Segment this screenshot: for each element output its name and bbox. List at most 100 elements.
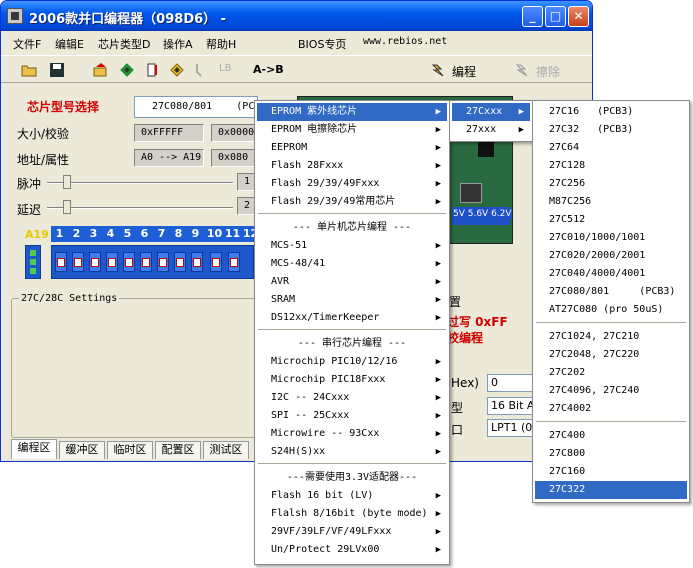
delay-slider-thumb[interactable] bbox=[63, 200, 71, 214]
chip-27c32[interactable]: 27C32 (PCB3) bbox=[535, 121, 687, 139]
menu-mcs51[interactable]: MCS-51 ▶ bbox=[257, 237, 447, 255]
close-button[interactable]: ✕ bbox=[568, 6, 589, 27]
pulse-slider-track[interactable] bbox=[47, 182, 233, 184]
settings-group bbox=[11, 298, 258, 438]
address-range-value: A0 --> A19 bbox=[134, 149, 204, 167]
chip-27c020[interactable]: 27C020/2000/2001 bbox=[535, 247, 687, 265]
menu-website[interactable]: www.rebios.net bbox=[363, 36, 447, 47]
chip-27c400[interactable]: 27C400 bbox=[535, 427, 687, 445]
menu-edit[interactable]: 编辑E bbox=[55, 36, 84, 52]
program-lightning-icon[interactable] bbox=[431, 62, 447, 78]
port-select[interactable]: LPT1 (0x bbox=[487, 419, 533, 437]
menu-unprotect-29lv[interactable]: Un/Protect 29LVx00 ▶ bbox=[257, 541, 447, 559]
menu-separator bbox=[258, 329, 446, 331]
menu-ds12xx[interactable]: DS12xx/TimerKeeper ▶ bbox=[257, 309, 447, 327]
pin-number: 5 bbox=[123, 227, 132, 240]
eprom-uv-submenu: 27Cxxx ▶ 27xxx ▶ bbox=[449, 100, 533, 142]
title-bar[interactable]: 2006款并口编程器（098D6） - _ □ ✕ bbox=[1, 1, 592, 31]
pulse-slider-thumb[interactable] bbox=[63, 175, 71, 189]
menu-eeprom[interactable]: EEPROM ▶ bbox=[257, 139, 447, 157]
menu-pic18[interactable]: Microchip PIC18Fxxx ▶ bbox=[257, 371, 447, 389]
save-disk-icon[interactable] bbox=[49, 62, 65, 78]
menu-help[interactable]: 帮助H bbox=[206, 36, 236, 52]
erase-lightning-icon bbox=[515, 64, 528, 77]
chip-27c512[interactable]: 27C512 bbox=[535, 211, 687, 229]
chip-27c010[interactable]: 27C010/1000/1001 bbox=[535, 229, 687, 247]
chip-27c080[interactable]: 27C080/801 (PCB3) bbox=[535, 283, 687, 301]
chip-27c16[interactable]: 27C16 (PCB3) bbox=[535, 103, 687, 121]
tab-temp-area[interactable]: 临时区 bbox=[107, 441, 153, 459]
a19-pin-label: A19 bbox=[25, 228, 49, 241]
chip-type-menu: EPROM 紫外线芯片 ▶ EPROM 电擦除芯片 ▶ EEPROM ▶ Flash … bbox=[254, 100, 450, 565]
menu-header-lv: ---需要使用3.3V适配器--- bbox=[286, 472, 418, 483]
chip-27c4096[interactable]: 27C4096, 27C240 bbox=[535, 382, 687, 400]
menu-separator bbox=[258, 213, 446, 215]
menu-avr[interactable]: AVR ▶ bbox=[257, 273, 447, 291]
type-label: 型 bbox=[451, 401, 464, 415]
menu-flash-common[interactable]: Flash 29/39/49常用芯片 ▶ bbox=[257, 193, 447, 211]
chip-m87c256[interactable]: M87C256 bbox=[535, 193, 687, 211]
menu-flash-28f[interactable]: Flash 28Fxxx ▶ bbox=[257, 157, 447, 175]
toolbar: LB A->B 编程 擦除 bbox=[1, 55, 592, 83]
menu-spi[interactable]: SPI -- 25Cxxx ▶ bbox=[257, 407, 447, 425]
chip-27c1024[interactable]: 27C1024, 27C210 bbox=[535, 328, 687, 346]
config-group-title: 置 bbox=[449, 295, 462, 309]
chip-27c040[interactable]: 27C040/4000/4001 bbox=[535, 265, 687, 283]
menu-eprom-uv[interactable]: EPROM 紫外线芯片 ▶ bbox=[257, 103, 447, 121]
app-chip-icon bbox=[7, 8, 23, 24]
menu-flash-byte-mode[interactable]: Flalsh 8/16bit (byte mode) ▶ bbox=[257, 505, 447, 523]
blank-check-icon[interactable] bbox=[145, 62, 161, 78]
tab-config-area[interactable]: 配置区 bbox=[155, 441, 201, 459]
minimize-button[interactable]: _ bbox=[522, 6, 543, 27]
menu-flash-29-39-49[interactable]: Flash 29/39/49Fxxx ▶ bbox=[257, 175, 447, 193]
chip-27c202[interactable]: 27C202 bbox=[535, 364, 687, 382]
menu-i2c[interactable]: I2C -- 24Cxxx ▶ bbox=[257, 389, 447, 407]
read-chip-icon[interactable] bbox=[93, 62, 109, 78]
chip-model-select[interactable]: 27C080/801 (PCB bbox=[134, 96, 258, 118]
menu-s24h[interactable]: S24H(S)xx ▶ bbox=[257, 443, 447, 461]
menu-chip-type[interactable]: 芯片类型D bbox=[98, 36, 150, 52]
pin-number: 6 bbox=[140, 227, 149, 240]
chip-27c4002[interactable]: 27C4002 bbox=[535, 400, 687, 418]
menu-operate[interactable]: 操作A bbox=[163, 36, 193, 52]
menu-microwire[interactable]: Microwire -- 93Cxx ▶ bbox=[257, 425, 447, 443]
menu-flash-16bit-lv[interactable]: Flash 16 bit (LV) ▶ bbox=[257, 487, 447, 505]
menu-29vf-39lf[interactable]: 29VF/39LF/VF/49LFxxx ▶ bbox=[257, 523, 447, 541]
tab-test-area[interactable]: 测试区 bbox=[203, 441, 249, 459]
menu-27cxxx[interactable]: 27Cxxx ▶ bbox=[452, 103, 530, 121]
menu-bios-page[interactable]: BIOS专页 bbox=[298, 36, 346, 52]
chip-27c64[interactable]: 27C64 bbox=[535, 139, 687, 157]
data-width-select[interactable]: 16 Bit Ac bbox=[487, 397, 533, 415]
chip-27c2048[interactable]: 27C2048, 27C220 bbox=[535, 346, 687, 364]
address-attr-label: 地址/属性 bbox=[17, 153, 70, 167]
copy-a-to-b-button[interactable]: A->B bbox=[253, 63, 284, 76]
chip-27c160[interactable]: 27C160 bbox=[535, 463, 687, 481]
chip-27c800[interactable]: 27C800 bbox=[535, 445, 687, 463]
chip-27c322[interactable]: 27C322 bbox=[535, 481, 687, 499]
auto-program-icon[interactable] bbox=[169, 62, 185, 78]
pin-number: 4 bbox=[106, 227, 115, 240]
open-folder-icon[interactable] bbox=[21, 62, 37, 78]
menu-sram[interactable]: SRAM ▶ bbox=[257, 291, 447, 309]
menu-separator bbox=[536, 421, 686, 423]
menu-pic10-12-16[interactable]: Microchip PIC10/12/16 ▶ bbox=[257, 353, 447, 371]
verify-chip-icon[interactable] bbox=[119, 62, 135, 78]
chip-at27c080[interactable]: AT27C080 (pro 50uS) bbox=[535, 301, 687, 319]
chip-27c256[interactable]: 27C256 bbox=[535, 175, 687, 193]
program-button[interactable]: 编程 bbox=[452, 63, 476, 80]
delay-slider-track[interactable] bbox=[47, 207, 233, 209]
hex-label: Hex) bbox=[451, 376, 479, 390]
chip-27c128[interactable]: 27C128 bbox=[535, 157, 687, 175]
port-label: 口 bbox=[451, 423, 464, 437]
menu-eprom-electric[interactable]: EPROM 电擦除芯片 ▶ bbox=[257, 121, 447, 139]
menu-mcs48[interactable]: MCS-48/41 ▶ bbox=[257, 255, 447, 273]
tab-buffer-area[interactable]: 缓冲区 bbox=[59, 441, 105, 459]
maximize-button[interactable]: □ bbox=[545, 6, 566, 27]
menu-27xxx[interactable]: 27xxx ▶ bbox=[452, 121, 530, 139]
verify-program-option[interactable]: 校编程 bbox=[447, 329, 483, 346]
hex-input[interactable]: 0 bbox=[487, 374, 533, 392]
menu-file[interactable]: 文件F bbox=[13, 36, 41, 52]
overwrite-option[interactable]: 过写 0xFF bbox=[447, 313, 508, 330]
protect-disabled-icon bbox=[196, 64, 202, 77]
tab-program-area[interactable]: 编程区 bbox=[11, 439, 57, 459]
